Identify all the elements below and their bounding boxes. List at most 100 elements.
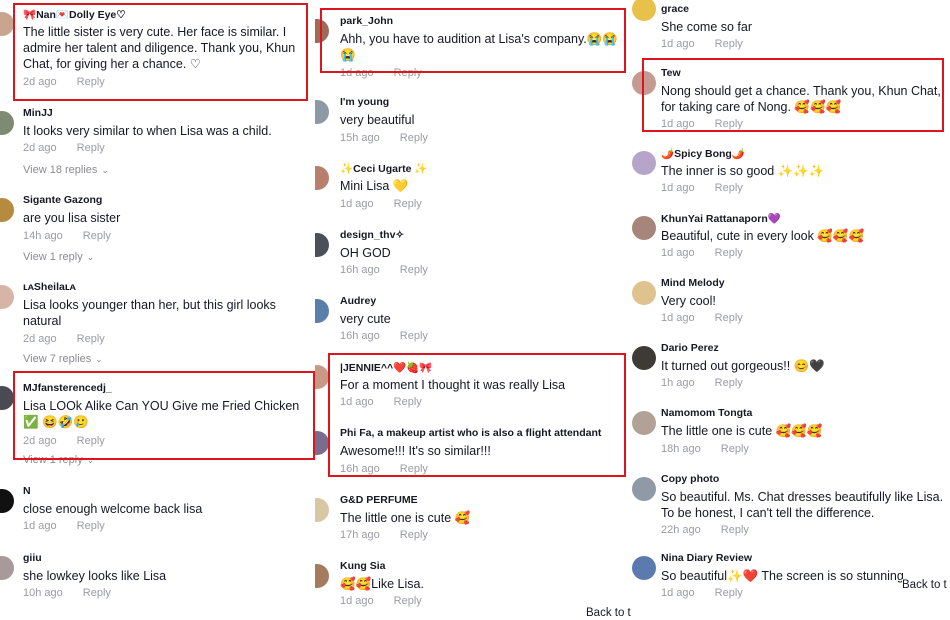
comment-meta: 2d ago Reply (23, 435, 105, 447)
avatar[interactable] (0, 556, 14, 580)
reply-button[interactable]: Reply (721, 443, 749, 455)
reply-button[interactable]: Reply (400, 264, 428, 276)
comment-username[interactable]: I'm young (340, 96, 389, 108)
comment-text: OH GOD (340, 246, 391, 260)
comment-username[interactable]: design_thv✧ (340, 229, 404, 241)
avatar[interactable] (315, 498, 329, 522)
reply-button[interactable]: Reply (77, 520, 105, 532)
comment-username[interactable]: Copy photo (661, 473, 719, 485)
reply-button[interactable]: Reply (400, 330, 428, 342)
comment-text: Nong should get a chance. Thank you, Khu… (661, 84, 941, 114)
avatar[interactable] (0, 12, 14, 36)
reply-button[interactable]: Reply (715, 312, 743, 324)
comment-username[interactable]: Phi Fa, a makeup artist who is also a fl… (340, 427, 601, 439)
comment-meta: 1d ago Reply (661, 182, 743, 194)
comment-username[interactable]: Namomom Tongta (661, 407, 752, 419)
comment-username[interactable]: |JENNIE^^❤️🍓🎀 (340, 361, 432, 374)
comment-username[interactable]: ✨Ceci Ugarte ✨ (340, 162, 427, 175)
reply-button[interactable]: Reply (400, 132, 428, 144)
avatar[interactable] (0, 111, 14, 135)
comment-username[interactable]: Kung Sia (340, 560, 386, 572)
comment-age: 1d ago (340, 595, 374, 607)
comment-username[interactable]: MJfansterencedj_ (23, 382, 112, 394)
reply-button[interactable]: Reply (77, 142, 105, 154)
comment-username[interactable]: N (23, 485, 31, 497)
view-replies-button[interactable]: View 1 reply ⌄ (23, 454, 94, 466)
avatar[interactable] (632, 216, 656, 240)
comment-username[interactable]: park_John (340, 15, 393, 27)
back-to-top-button[interactable]: Back to t (586, 607, 631, 619)
reply-button[interactable]: Reply (394, 67, 422, 79)
reply-button[interactable]: Reply (721, 524, 749, 536)
avatar[interactable] (315, 233, 329, 257)
reply-button[interactable]: Reply (77, 333, 105, 345)
reply-button[interactable]: Reply (715, 377, 743, 389)
avatar[interactable] (0, 386, 14, 410)
reply-button[interactable]: Reply (77, 435, 105, 447)
avatar[interactable] (315, 19, 329, 43)
avatar[interactable] (632, 346, 656, 370)
view-replies-button[interactable]: View 18 replies ⌄ (23, 164, 109, 176)
back-to-top-button[interactable]: Back to t (902, 579, 947, 591)
comment-username[interactable]: giiu (23, 552, 42, 564)
comment-meta: 2d ago Reply (23, 76, 105, 88)
reply-button[interactable]: Reply (83, 230, 111, 242)
reply-button[interactable]: Reply (400, 529, 428, 541)
avatar[interactable] (632, 556, 656, 580)
avatar[interactable] (315, 100, 329, 124)
comment-username[interactable]: 🎀Nan💌Dolly Eye♡ (23, 8, 126, 21)
avatar[interactable] (0, 198, 14, 222)
comment-age: 16h ago (340, 264, 380, 276)
reply-button[interactable]: Reply (83, 587, 111, 599)
comment-text: she lowkey looks like Lisa (23, 569, 167, 583)
avatar[interactable] (632, 477, 656, 501)
comment-username[interactable]: Dario Perez (661, 342, 719, 354)
reply-button[interactable]: Reply (715, 182, 743, 194)
avatar[interactable] (0, 489, 14, 513)
comment-username[interactable]: grace (661, 3, 689, 15)
avatar[interactable] (632, 0, 656, 21)
reply-button[interactable]: Reply (394, 396, 422, 408)
reply-button[interactable]: Reply (77, 76, 105, 88)
comment-username[interactable]: MinJJ (23, 107, 53, 119)
reply-button[interactable]: Reply (715, 38, 743, 50)
view-replies-label: View 1 reply (23, 454, 83, 466)
avatar[interactable] (315, 166, 329, 190)
avatar[interactable] (632, 151, 656, 175)
reply-button[interactable]: Reply (394, 595, 422, 607)
comment-username[interactable]: G&D PERFUME (340, 494, 418, 506)
reply-button[interactable]: Reply (394, 198, 422, 210)
comment-item: Kung Sia 🥰🥰Like Lisa. 1d ago Reply (315, 560, 630, 615)
view-replies-button[interactable]: View 7 replies ⌄ (23, 353, 103, 365)
comment-age: 2d ago (23, 142, 57, 154)
avatar[interactable] (315, 564, 329, 588)
comment-username[interactable]: Mind Melody (661, 277, 725, 289)
comment-meta: 1d ago Reply (661, 247, 743, 259)
comment-item: Copy photo So beautiful. Ms. Chat dresse… (630, 473, 950, 543)
comment-item: MinJJ It looks very similar to when Lisa… (0, 107, 315, 179)
comment-item: 🌶️Spicy Bong🌶️ The inner is so good ✨✨✨ … (630, 147, 950, 202)
avatar[interactable] (632, 71, 656, 95)
comment-age: 1d ago (340, 198, 374, 210)
avatar[interactable] (315, 299, 329, 323)
comment-age: 1d ago (23, 520, 57, 532)
avatar[interactable] (315, 431, 329, 455)
avatar[interactable] (0, 285, 14, 309)
comment-username[interactable]: Audrey (340, 295, 376, 307)
avatar[interactable] (315, 365, 329, 389)
view-replies-button[interactable]: View 1 reply ⌄ (23, 251, 94, 263)
comment-username[interactable]: KhunYai Rattanaporn💜 (661, 212, 781, 225)
avatar[interactable] (632, 281, 656, 305)
comment-username[interactable]: 🌶️Spicy Bong🌶️ (661, 147, 745, 160)
reply-button[interactable]: Reply (715, 247, 743, 259)
reply-button[interactable]: Reply (715, 118, 743, 130)
comment-username[interactable]: Tew (661, 67, 681, 79)
comment-username[interactable]: Nina Diary Review (661, 552, 752, 564)
avatar[interactable] (632, 411, 656, 435)
comment-text: close enough welcome back lisa (23, 502, 203, 516)
comment-username[interactable]: ʟᴀSheilaʟᴀ (23, 281, 76, 293)
comment-meta: 15h ago Reply (340, 132, 428, 144)
reply-button[interactable]: Reply (715, 587, 743, 599)
comment-username[interactable]: Sigante Gazong (23, 194, 102, 206)
reply-button[interactable]: Reply (400, 463, 428, 475)
